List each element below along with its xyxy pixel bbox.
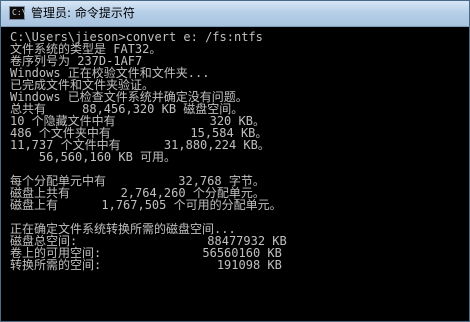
command-prompt-window: C:\ 管理员: 命令提示符 C:\Users\jieson>convert e… (0, 0, 470, 322)
console-icon[interactable]: C:\ (9, 6, 27, 20)
console-line: 56,560,160 KB 可用。 (10, 150, 177, 164)
console-output[interactable]: C:\Users\jieson>convert e: /fs:ntfs 文件系统… (1, 27, 469, 321)
console-icon-glyph: C:\ (12, 8, 27, 17)
console-line: 磁盘上有 1,767,505 个可用的分配单元。 (10, 198, 282, 212)
console-line: 转换所需的空间: 191098 KB (10, 258, 282, 272)
window-title: 管理员: 命令提示符 (31, 6, 135, 20)
title-bar[interactable]: C:\ 管理员: 命令提示符 (1, 1, 469, 27)
